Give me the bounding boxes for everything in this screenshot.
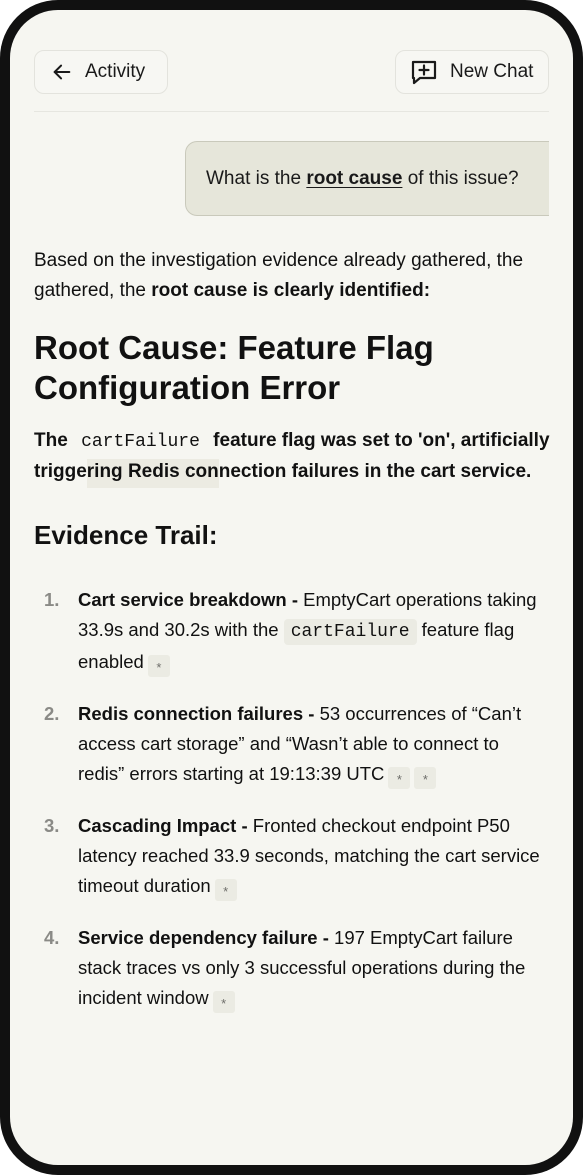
evidence-list: 1. Cart service breakdown - EmptyCart op… (34, 585, 554, 1013)
evidence-item-title: Service dependency failure - (78, 927, 335, 948)
device-frame: Activity New Chat What is the root cause… (0, 0, 583, 1175)
evidence-item-number: 4. (44, 927, 60, 948)
user-message-bubble: What is the root cause of this issue? (185, 141, 549, 216)
user-message-post: of this issue? (402, 167, 519, 189)
evidence-item: 1. Cart service breakdown - EmptyCart op… (34, 585, 549, 677)
evidence-item: 4. Service dependency failure - 197 Empt… (34, 923, 549, 1013)
evidence-item-number: 2. (44, 703, 60, 724)
evidence-item-number: 3. (44, 815, 60, 836)
user-message-emphasis: root cause (306, 167, 403, 189)
header: Activity New Chat (34, 50, 549, 94)
new-chat-icon (410, 59, 438, 85)
citation-marker[interactable]: * (414, 767, 437, 789)
citation-marker[interactable]: * (388, 767, 411, 789)
arrow-left-icon (51, 61, 73, 83)
header-divider (34, 111, 549, 112)
citation-marker[interactable]: * (212, 991, 235, 1013)
user-message-text: What is the root cause of this issue? (206, 168, 519, 190)
back-button-label: Activity (85, 61, 146, 82)
back-button[interactable]: Activity (34, 50, 168, 94)
assistant-response: Based on the investigation evidence alre… (34, 246, 554, 1035)
evidence-item-title: Cart service breakdown - (78, 589, 304, 610)
evidence-item: 3. Cascading Impact - Fronted checkout e… (34, 811, 549, 901)
summary-post: nection failures in the cart service. (218, 461, 532, 482)
user-message-pre: What is the (206, 167, 307, 189)
evidence-item-code: cartFailure (283, 619, 417, 645)
evidence-item-number: 1. (44, 589, 60, 610)
summary-code: cartFailure (81, 432, 200, 452)
new-chat-button-label: New Chat (450, 61, 534, 82)
evidence-item-title: Cascading Impact - (78, 815, 253, 836)
intro-bold: root cause is clearly identified: (151, 280, 431, 301)
citation-marker[interactable]: * (147, 655, 170, 677)
evidence-item-title: Redis connection failures - (78, 703, 320, 724)
summary-pre: The (34, 430, 74, 451)
response-intro: Based on the investigation evidence alre… (34, 246, 554, 306)
screen: Activity New Chat What is the root cause… (10, 10, 573, 1165)
new-chat-button[interactable]: New Chat (395, 50, 549, 94)
evidence-item: 2. Redis connection failures - 53 occurr… (34, 699, 549, 789)
citation-marker[interactable]: * (214, 879, 237, 901)
evidence-heading: Evidence Trail: (34, 520, 218, 550)
root-cause-heading: Root Cause: Feature Flag Configuration E… (34, 329, 434, 406)
summary-highlight: ring Redis con (86, 459, 219, 488)
root-cause-summary: The cartFailure feature flag was set to … (34, 426, 554, 488)
